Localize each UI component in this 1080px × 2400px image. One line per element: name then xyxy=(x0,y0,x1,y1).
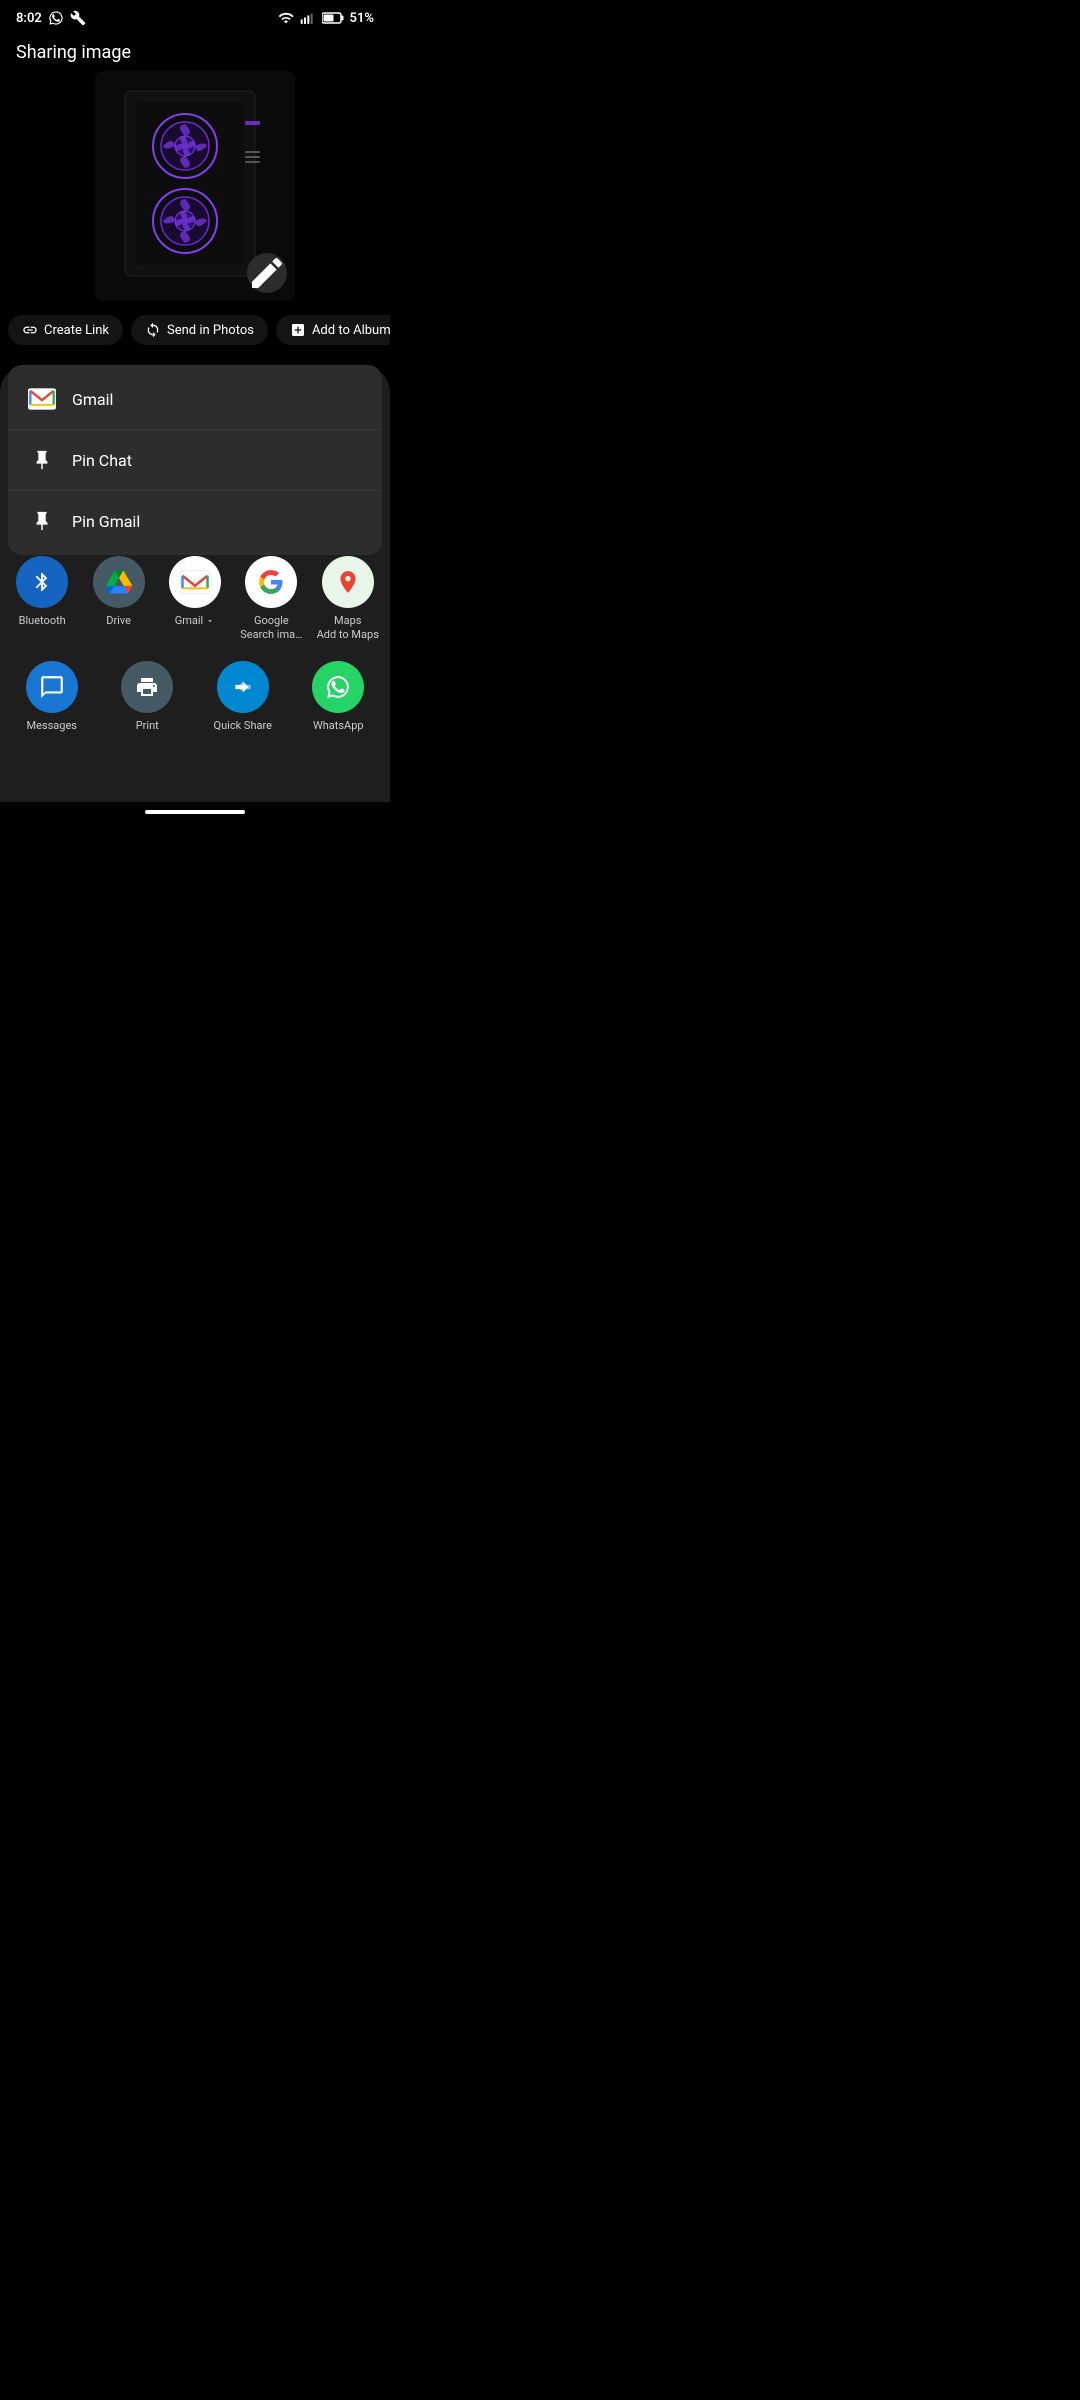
context-pin-chat-item[interactable]: Pin Chat xyxy=(8,430,382,491)
create-link-button[interactable]: Create Link xyxy=(8,315,123,345)
context-gmail-label: Gmail xyxy=(72,390,113,409)
status-bar: 8:02 51% xyxy=(0,0,390,32)
bottom-nav xyxy=(0,802,390,822)
app-row-bottom1: Bluetooth Drive xyxy=(0,544,390,648)
context-pin-gmail-item[interactable]: Pin Gmail xyxy=(8,491,382,551)
maps-b1-label: Maps Add to Maps xyxy=(317,614,379,640)
gmail-b-label: Gmail xyxy=(175,614,203,627)
image-container xyxy=(0,71,390,301)
google-search-item[interactable]: Google Search ima… xyxy=(239,556,303,640)
share-sheet: Frie... Quick Share WhatsApp Print xyxy=(0,365,390,802)
context-pin-chat-label: Pin Chat xyxy=(72,451,132,470)
add-to-album-button[interactable]: Add to Album xyxy=(276,315,390,345)
battery-pct: 51% xyxy=(350,11,374,26)
bluetooth-item[interactable]: Bluetooth xyxy=(10,556,74,640)
whatsapp-status-icon xyxy=(48,10,64,26)
whatsapp-b2-label: WhatsApp xyxy=(313,719,364,732)
messages-label: Messages xyxy=(27,719,77,732)
send-in-photos-button[interactable]: Send in Photos xyxy=(131,315,268,345)
quick-share-b2-item[interactable]: Quick Share xyxy=(211,661,275,732)
pin-gmail-icon xyxy=(28,507,56,535)
context-menu: Gmail Pin Chat Pin Gmail xyxy=(8,365,382,555)
context-gmail-item[interactable]: Gmail xyxy=(8,369,382,430)
battery-icon xyxy=(322,11,344,25)
print-b2-item[interactable]: Print xyxy=(115,661,179,732)
maps-b1-item[interactable]: Maps Add to Maps xyxy=(316,556,380,640)
app-row-bottom2: Messages Print Quick Share WhatsApp xyxy=(0,649,390,736)
quick-share-b2-label: Quick Share xyxy=(214,719,272,732)
whatsapp-b2-item[interactable]: WhatsApp xyxy=(306,661,370,732)
shared-image xyxy=(95,71,295,301)
send-in-photos-label: Send in Photos xyxy=(167,323,254,338)
messages-item[interactable]: Messages xyxy=(20,661,84,732)
bluetooth-label: Bluetooth xyxy=(19,614,66,627)
action-row: Create Link Send in Photos Add to Album xyxy=(0,301,390,355)
add-to-album-label: Add to Album xyxy=(312,323,390,338)
drive-b-item[interactable]: Drive xyxy=(87,556,151,640)
context-pin-gmail-label: Pin Gmail xyxy=(72,512,140,531)
status-right: 51% xyxy=(278,10,374,26)
sharing-header: Sharing image xyxy=(0,32,390,71)
signal-icon xyxy=(300,10,316,26)
print-b2-label: Print xyxy=(136,719,159,732)
gmail-b-item[interactable]: Gmail xyxy=(163,556,227,640)
status-left: 8:02 xyxy=(16,10,86,26)
wifi-icon xyxy=(278,10,294,26)
time: 8:02 xyxy=(16,11,42,26)
home-indicator xyxy=(145,810,245,814)
gmail-app-icon xyxy=(28,385,56,413)
google-search-label: Google Search ima… xyxy=(240,614,302,640)
pin-icon xyxy=(28,446,56,474)
settings-status-icon xyxy=(70,10,86,26)
edit-button[interactable] xyxy=(247,253,287,293)
gmail-chevron-icon xyxy=(205,616,215,626)
create-link-label: Create Link xyxy=(44,323,109,338)
drive-b-label: Drive xyxy=(106,614,131,627)
